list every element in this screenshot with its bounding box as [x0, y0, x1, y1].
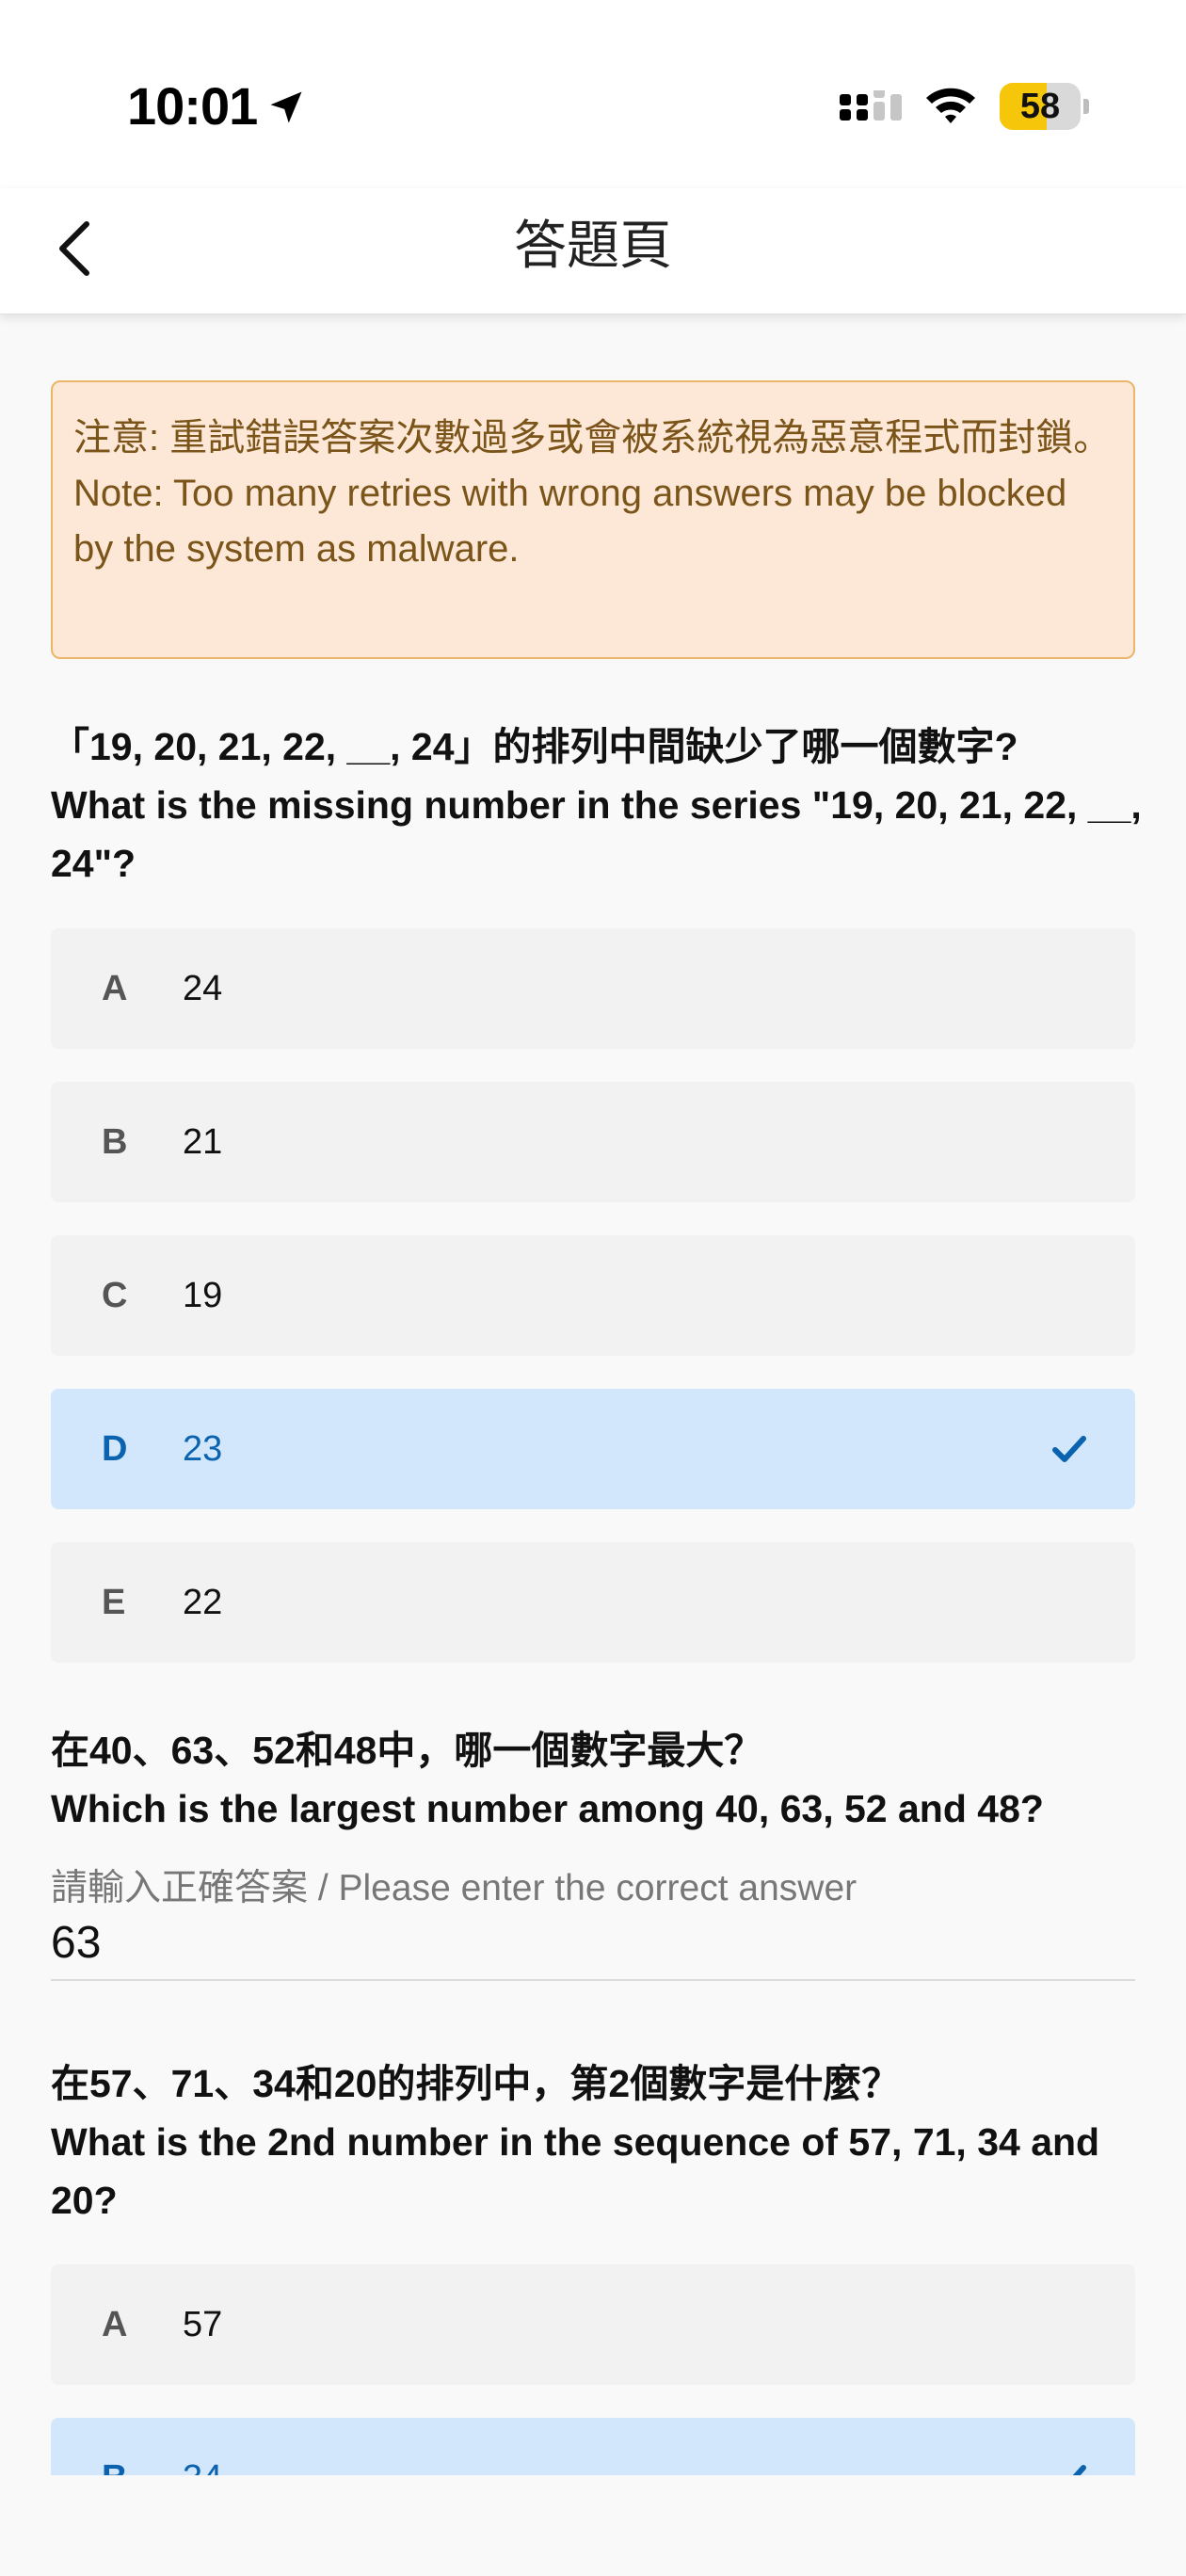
page-title: 答題頁 [514, 216, 672, 277]
option-value: 21 [183, 1121, 223, 1162]
question-1-option-c[interactable]: C 19 [51, 1235, 1135, 1356]
checkmark-icon [1050, 1430, 1088, 1473]
battery-level: 58 [1019, 87, 1061, 126]
question-3-text-zh: 在57、71、34和20的排列中，第2個數字是什麼？ [51, 2062, 901, 2105]
question-1-option-a[interactable]: A 24 [51, 928, 1135, 1049]
option-letter: A [102, 2304, 128, 2344]
option-value: 19 [183, 1275, 223, 1315]
question-3-option-a[interactable]: A 57 [51, 2264, 1135, 2385]
option-letter: A [102, 968, 128, 1008]
notice-text-en: Note: Too many retries with wrong answer… [73, 473, 1067, 570]
question-2-answer: 請輸入正確答案 / Please enter the correct answe… [51, 1859, 1135, 1981]
option-value: 22 [183, 1582, 223, 1622]
chevron-left-icon [53, 218, 98, 283]
option-letter: C [102, 1275, 128, 1315]
status-bar: 10:01 58 [0, 0, 1186, 188]
question-2-text-zh: 在40、63、52和48中，哪一個數字最大？ [51, 1729, 763, 1772]
quiz-screen: 10:01 58 答題頁 注意: 重試錯誤答案次數過多或會被系統視為惡意程式而封… [0, 0, 1186, 2576]
question-2-text-en: Which is the largest number among 40, 63… [51, 1787, 1044, 1830]
nav-bar: 答題頁 [0, 188, 1186, 314]
question-1-option-e[interactable]: E 22 [51, 1542, 1135, 1663]
option-value: 23 [183, 1428, 223, 1469]
question-1-option-d[interactable]: D 23 [51, 1389, 1135, 1509]
location-arrow-icon [265, 87, 307, 133]
question-2: 在40、63、52和48中，哪一個數字最大？ Which is the larg… [51, 1721, 1143, 1838]
signal-icon [840, 77, 907, 137]
option-letter: B [102, 2458, 127, 2476]
question-1-text-en: What is the missing number in the series… [51, 783, 1142, 885]
question-1: 「19, 20, 21, 22, __, 24」的排列中間缺少了哪一個數字? W… [51, 717, 1143, 893]
quiz-content[interactable]: 注意: 重試錯誤答案次數過多或會被系統視為惡意程式而封鎖。 Note: Too … [0, 314, 1186, 2475]
wifi-icon [922, 83, 979, 133]
status-time: 10:01 [127, 76, 258, 136]
option-value: 24 [183, 968, 223, 1008]
option-value: 57 [183, 2304, 223, 2344]
bottom-safe-area [0, 2475, 1186, 2576]
question-3-text-en: What is the 2nd number in the sequence o… [51, 2120, 1100, 2222]
question-3: 在57、71、34和20的排列中，第2個數字是什麼？ What is the 2… [51, 2054, 1143, 2230]
option-letter: B [102, 1121, 128, 1162]
warning-notice: 注意: 重試錯誤答案次數過多或會被系統視為惡意程式而封鎖。 Note: Too … [51, 380, 1135, 659]
option-letter: D [102, 1428, 128, 1469]
answer-input[interactable] [51, 1911, 1135, 1973]
answer-input-label: 請輸入正確答案 / Please enter the correct answe… [51, 1868, 857, 1908]
option-value: 34 [183, 2458, 222, 2476]
question-1-text-zh: 「19, 20, 21, 22, __, 24」的排列中間缺少了哪一個數字? [51, 725, 1018, 768]
option-letter: E [102, 1582, 126, 1622]
question-3-option-b[interactable]: B 34 [51, 2418, 1135, 2475]
battery-icon: 58 [1000, 83, 1089, 130]
checkmark-icon [1050, 2459, 1088, 2475]
notice-text-zh: 注意: 重試錯誤答案次數過多或會被系統視為惡意程式而封鎖。 [73, 417, 1112, 459]
question-1-option-b[interactable]: B 21 [51, 1082, 1135, 1202]
back-button[interactable] [38, 213, 113, 288]
